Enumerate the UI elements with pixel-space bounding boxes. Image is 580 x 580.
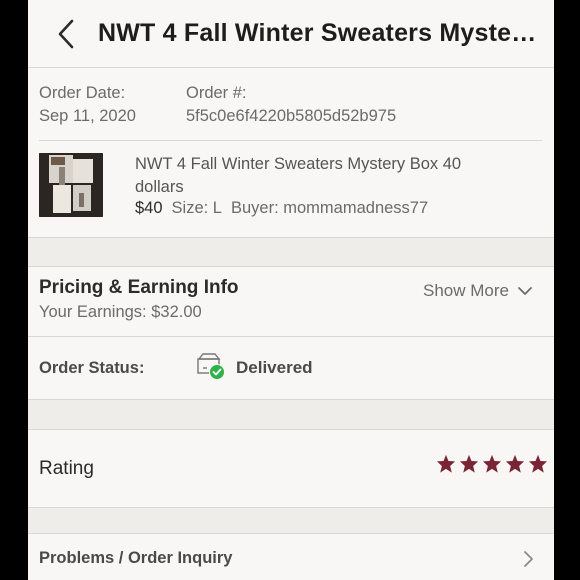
chevron-right-icon — [524, 551, 533, 567]
header: NWT 4 Fall Winter Sweaters Myste… — [28, 0, 554, 68]
order-date-value: Sep 11, 2020 — [39, 107, 136, 125]
order-status-value: Delivered — [236, 358, 313, 377]
order-date-label: Order Date: — [39, 84, 126, 102]
show-more-button[interactable]: Show More — [423, 281, 534, 301]
item-details: $40 Size: L Buyer: mommamadness77 — [135, 199, 461, 218]
pricing-section: Pricing & Earning Info Your Earnings: $3… — [28, 267, 554, 337]
order-item[interactable]: NWT 4 Fall Winter Sweaters Mystery Box 4… — [28, 141, 554, 237]
order-status-section: Order Status: Delivered — [28, 337, 554, 400]
section-gap — [28, 237, 554, 267]
screen: NWT 4 Fall Winter Sweaters Myste… Order … — [28, 0, 554, 580]
item-title-line1: NWT 4 Fall Winter Sweaters Mystery Box 4… — [135, 155, 462, 173]
delivered-box-icon — [197, 353, 225, 380]
star-icon — [436, 454, 456, 473]
order-number-label: Order #: — [186, 84, 247, 102]
order-number-value: 5f5c0e6f4220b5805d52b975 — [186, 107, 397, 125]
star-icon — [482, 454, 502, 473]
rating-label: Rating — [39, 457, 94, 479]
back-button[interactable] — [40, 0, 94, 68]
chevron-left-icon — [58, 19, 74, 48]
section-gap — [28, 508, 554, 534]
item-buyer: Buyer: mommamadness77 — [230, 199, 429, 217]
star-icon — [459, 454, 479, 473]
show-more-label: Show More — [423, 281, 509, 300]
item-price: $40 — [135, 199, 163, 217]
chevron-down-icon — [518, 287, 532, 295]
order-meta: Order Date: Sep 11, 2020 Order #: 5f5c0e… — [28, 68, 554, 140]
item-size: Size: L — [171, 199, 222, 217]
order-status-label: Order Status: — [39, 358, 145, 377]
item-thumbnail[interactable] — [39, 153, 103, 217]
page-title: NWT 4 Fall Winter Sweaters Myste… — [98, 19, 537, 47]
problems-row[interactable]: Problems / Order Inquiry — [28, 534, 554, 580]
item-title-line2: dollars — [135, 178, 184, 196]
section-gap — [28, 400, 554, 430]
earnings-text: Your Earnings: $32.00 — [39, 303, 202, 321]
star-icon — [528, 454, 548, 473]
rating-stars — [436, 454, 548, 473]
rating-section: Rating — [28, 430, 554, 508]
problems-label: Problems / Order Inquiry — [39, 549, 233, 567]
star-icon — [505, 454, 525, 473]
